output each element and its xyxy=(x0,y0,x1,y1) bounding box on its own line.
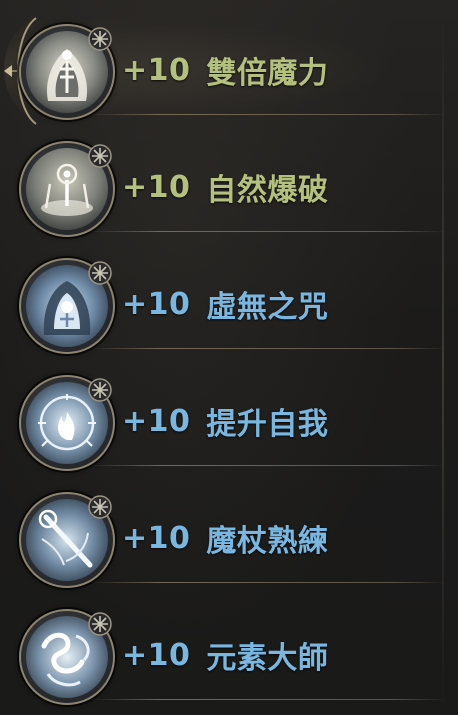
skill-icon-frame xyxy=(19,609,115,705)
skill-bonus: +10 xyxy=(122,403,191,439)
row-divider xyxy=(90,348,446,349)
skill-icon-frame xyxy=(19,141,115,237)
skill-icon-frame xyxy=(19,492,115,588)
skill-row-nature-burst[interactable]: +10 自然爆破 xyxy=(0,123,458,239)
lock-badge-icon xyxy=(87,611,113,637)
row-divider xyxy=(90,699,446,700)
row-divider xyxy=(90,582,446,583)
skill-bonus: +10 xyxy=(122,286,191,322)
skill-label: +10 雙倍魔力 xyxy=(122,50,329,92)
skill-bonus: +10 xyxy=(122,520,191,556)
skill-name: 自然爆破 xyxy=(206,173,329,208)
skill-row-double-mana[interactable]: +10 雙倍魔力 xyxy=(0,6,458,128)
skill-icon-frame xyxy=(19,258,115,354)
skill-row-void-curse[interactable]: +10 虛無之咒 xyxy=(0,240,458,356)
lock-badge-icon xyxy=(87,377,113,403)
skill-bonus: +10 xyxy=(122,169,191,205)
row-divider xyxy=(90,231,446,232)
lock-badge-icon xyxy=(87,26,113,52)
skill-row-wand-mastery[interactable]: +10 魔杖熟練 xyxy=(0,474,458,590)
row-divider xyxy=(90,465,446,466)
skill-bonus: +10 xyxy=(122,637,191,673)
skill-name: 魔杖熟練 xyxy=(206,524,329,559)
skill-label: +10 自然爆破 xyxy=(122,167,329,209)
skill-row-self-empower[interactable]: +10 提升自我 xyxy=(0,357,458,473)
skill-label: +10 提升自我 xyxy=(122,401,329,443)
skill-row-element-master[interactable]: +10 元素大師 xyxy=(0,591,458,707)
skill-name: 雙倍魔力 xyxy=(206,56,329,91)
skill-label: +10 魔杖熟練 xyxy=(122,518,329,560)
row-divider xyxy=(90,114,446,115)
skill-name: 提升自我 xyxy=(206,407,329,442)
skill-label: +10 元素大師 xyxy=(122,635,329,677)
lock-badge-icon xyxy=(87,260,113,286)
skill-label: +10 虛無之咒 xyxy=(122,284,329,326)
lock-badge-icon xyxy=(87,143,113,169)
skill-name: 元素大師 xyxy=(206,641,329,676)
lock-badge-icon xyxy=(87,494,113,520)
skill-icon-frame xyxy=(19,375,115,471)
skill-icon-frame xyxy=(19,24,115,120)
skill-bonus: +10 xyxy=(122,52,191,88)
skill-bonus-panel: +10 雙倍魔力 +10 自然爆破 +10 虛無之咒 +10 提升自我 +10 … xyxy=(0,0,458,715)
skill-name: 虛無之咒 xyxy=(206,290,329,325)
